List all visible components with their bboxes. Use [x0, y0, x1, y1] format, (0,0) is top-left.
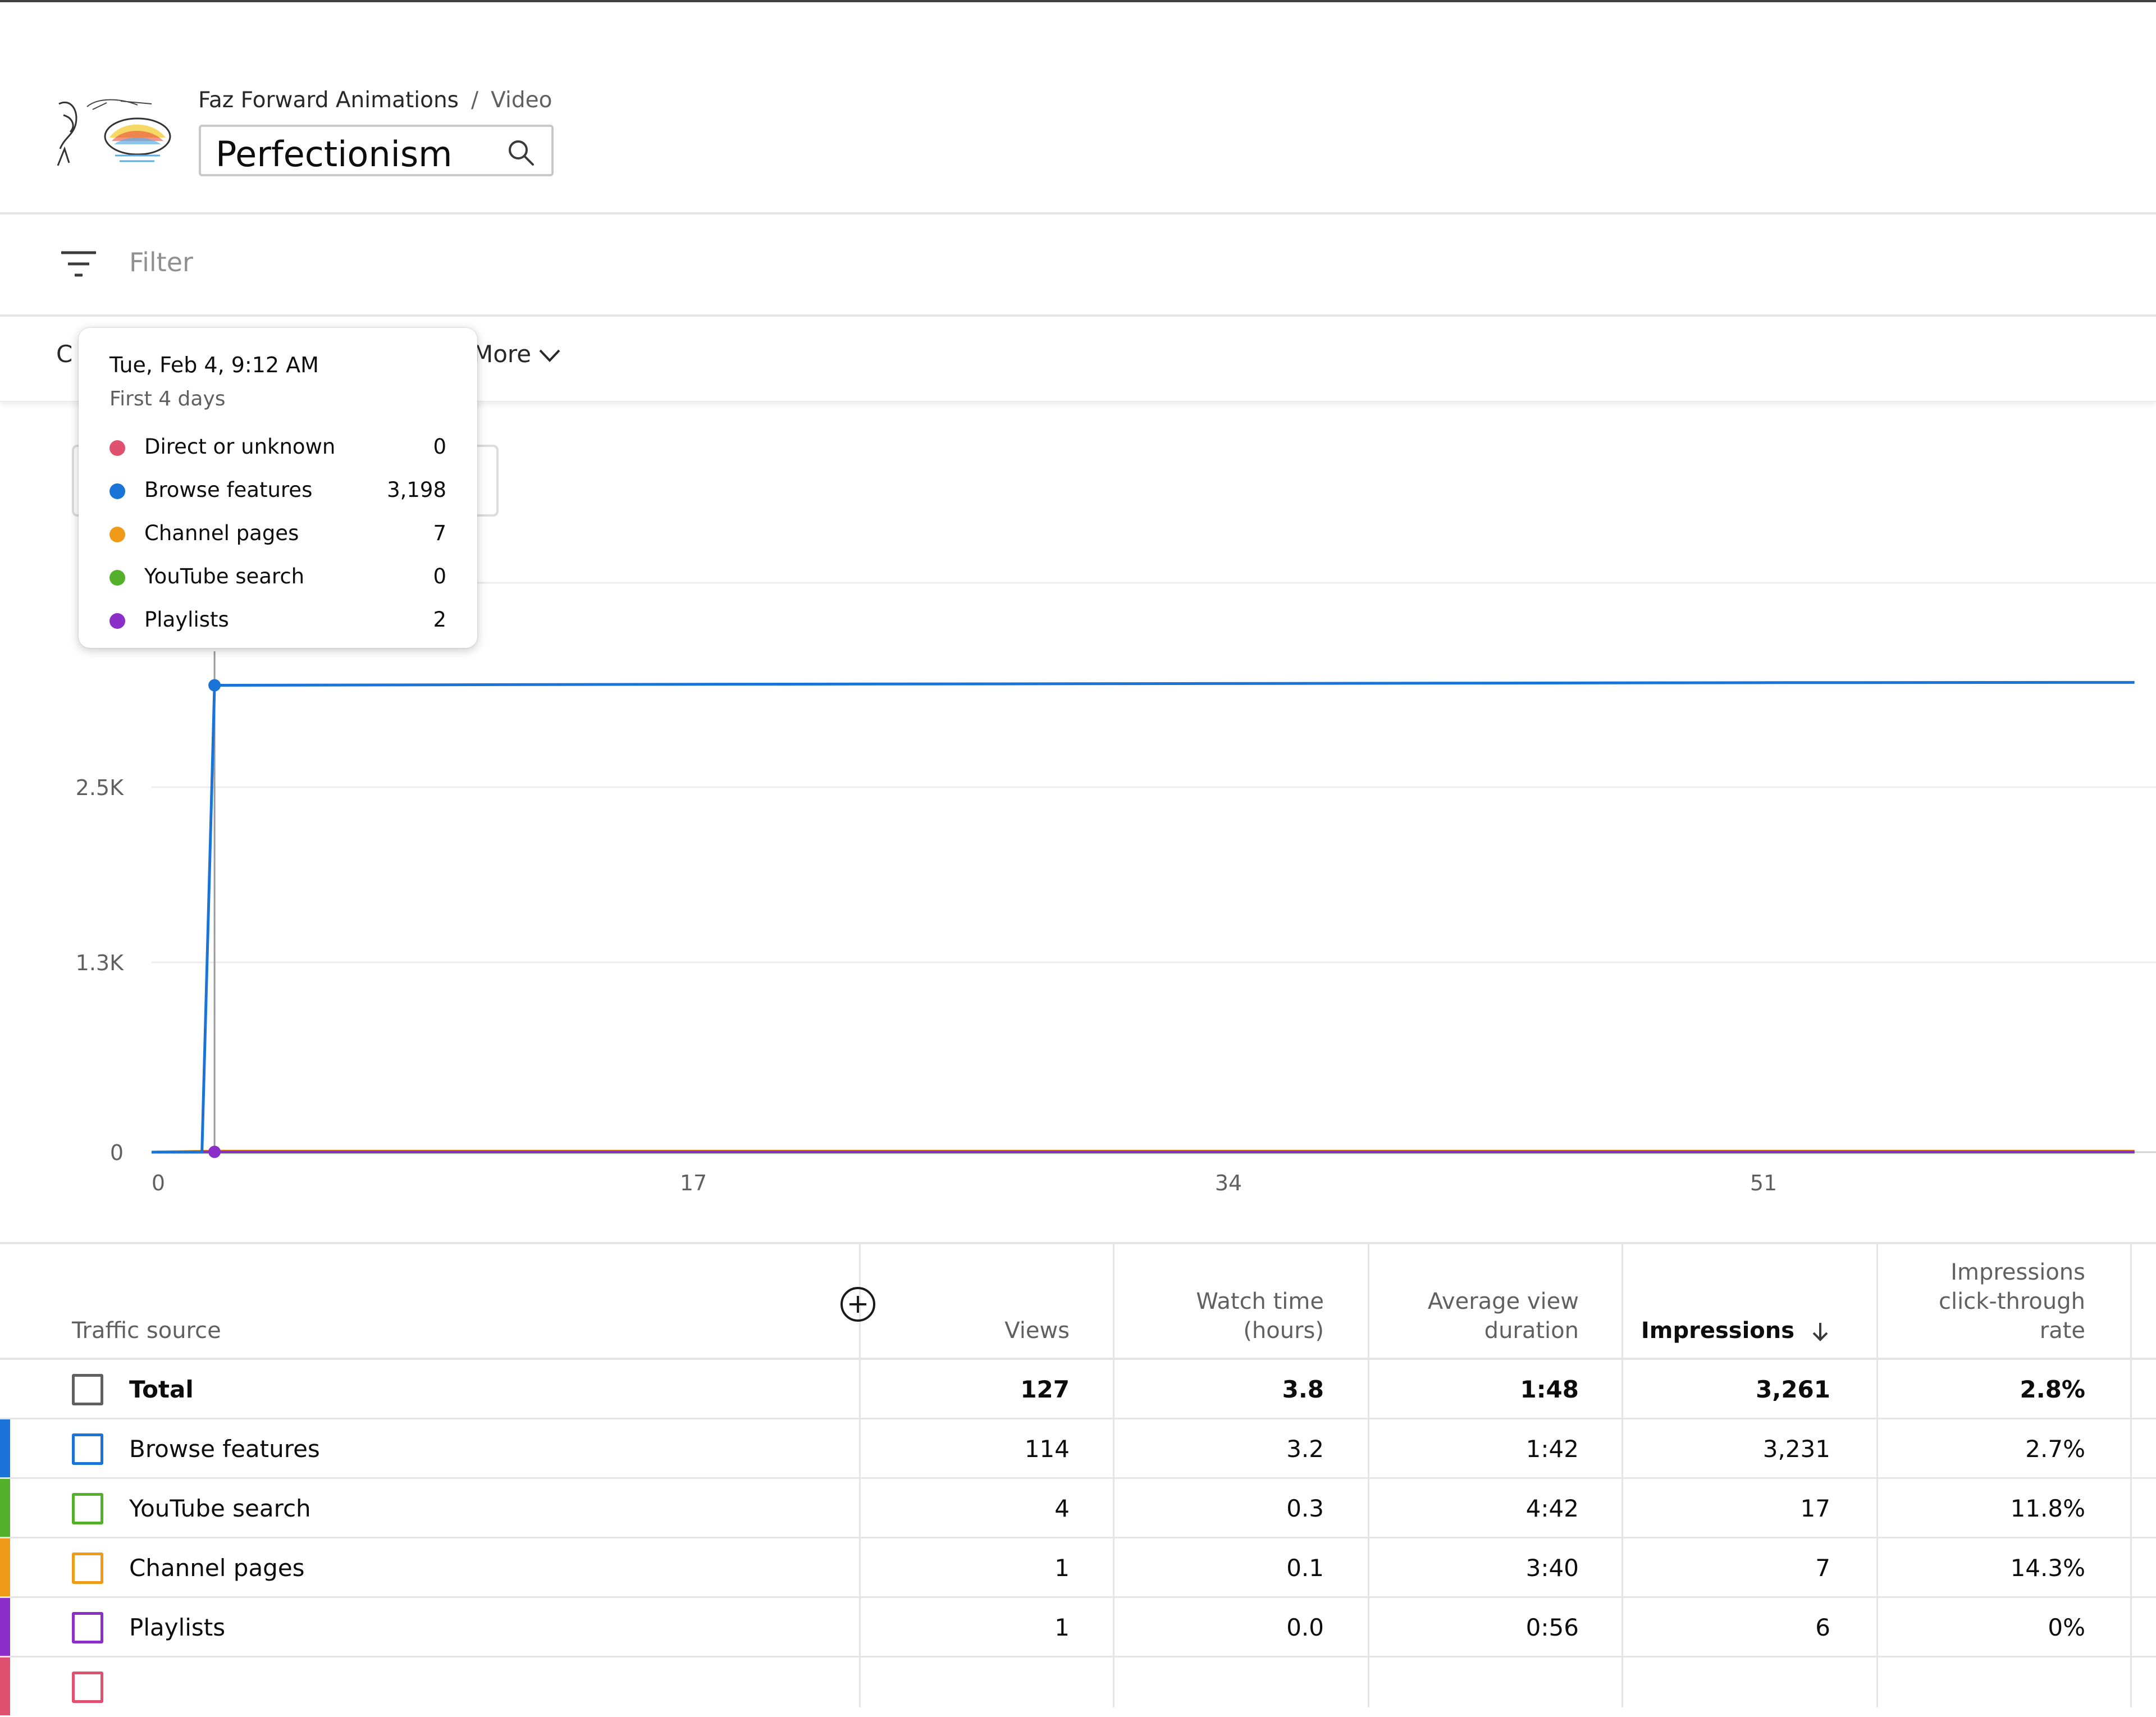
table-row-total: Total 127 3.8 1:48 3,261 2.8% [0, 1360, 2156, 1419]
y-tick-label: 0 [110, 1140, 124, 1165]
tooltip-row-value: 0 [433, 564, 446, 588]
row-watch-time: 3.2 [1286, 1435, 1324, 1463]
row-views: 1 [1054, 1614, 1070, 1641]
header-impressions[interactable]: Impressions [1641, 1316, 1830, 1345]
row-checkbox[interactable] [72, 1493, 103, 1524]
row-ctr: 14.3% [2010, 1554, 2085, 1582]
series-dot-icon [109, 440, 125, 456]
series-dot-icon [109, 483, 125, 499]
row-avd: 0:56 [1525, 1614, 1579, 1641]
tooltip-row: Playlists 2 [109, 605, 446, 633]
header-impressions-label: Impressions [1641, 1318, 1795, 1344]
row-views: 127 [1020, 1376, 1070, 1403]
x-tick-label: 0 [152, 1171, 165, 1195]
tooltip-row: YouTube search 0 [109, 562, 446, 590]
row-ctr: 2.7% [2025, 1435, 2085, 1463]
row-watch-time: 0.0 [1286, 1614, 1324, 1641]
table-row: YouTube search 4 0.3 4:42 17 11.8% [0, 1479, 2156, 1538]
tooltip-row: Browse features 3,198 [109, 476, 446, 504]
series-dot-icon [109, 527, 125, 542]
tooltip-row-value: 2 [433, 608, 446, 632]
row-views: 4 [1054, 1495, 1070, 1522]
row-views: 1 [1054, 1554, 1070, 1582]
row-checkbox[interactable] [72, 1374, 103, 1405]
x-tick-label: 17 [680, 1171, 707, 1195]
tooltip-row-name: Direct or unknown [144, 435, 336, 459]
series-dot-icon [109, 570, 125, 586]
series-color-strip [0, 1479, 10, 1537]
tooltip-subtitle: First 4 days [109, 387, 226, 410]
table-row: Browse features 114 3.2 1:42 3,231 2.7% [0, 1419, 2156, 1479]
row-impressions: 3,261 [1756, 1376, 1830, 1403]
row-ctr: 11.8% [2010, 1495, 2085, 1522]
series-color-strip [0, 1657, 10, 1715]
header-watch-time-line1: Watch time [1196, 1289, 1324, 1314]
row-checkbox[interactable] [72, 1433, 103, 1465]
header-avd-line2: duration [1484, 1318, 1579, 1344]
series-line-browse-features [152, 681, 2135, 1154]
row-checkbox[interactable] [72, 1672, 103, 1703]
row-impressions: 17 [1800, 1495, 1830, 1522]
row-checkbox[interactable] [72, 1552, 103, 1584]
row-source-name: YouTube search [129, 1495, 311, 1522]
row-source-name: Total [129, 1376, 194, 1403]
row-avd: 1:48 [1520, 1376, 1579, 1403]
row-watch-time: 0.1 [1286, 1554, 1324, 1582]
series-color-strip [0, 1598, 10, 1656]
row-impressions: 6 [1815, 1614, 1830, 1641]
series-color-strip [0, 1419, 10, 1477]
row-source-name: Browse features [129, 1435, 320, 1463]
tooltip-row-name: Channel pages [144, 521, 299, 545]
tooltip-date: Tue, Feb 4, 9:12 AM [109, 353, 319, 377]
row-watch-time: 3.8 [1282, 1376, 1324, 1403]
row-ctr: 2.8% [2020, 1376, 2085, 1403]
chart-tooltip: Tue, Feb 4, 9:12 AM First 4 days Direct … [79, 328, 477, 648]
tooltip-row: Direct or unknown 0 [109, 432, 446, 460]
table-row [0, 1657, 2156, 1717]
sort-down-arrow-icon [1812, 1323, 1828, 1341]
header-watch-time[interactable]: Watch time (hours) [1196, 1287, 1324, 1345]
series-color-strip [0, 1538, 10, 1596]
row-avd: 3:40 [1525, 1554, 1579, 1582]
table-row: Channel pages 1 0.1 3:40 7 14.3% [0, 1538, 2156, 1598]
y-tick-label: 2.5K [76, 775, 124, 800]
tooltip-row-value: 3,198 [387, 478, 446, 502]
row-avd: 4:42 [1525, 1495, 1579, 1522]
header-ctr-line1: Impressions [1951, 1259, 2085, 1285]
row-checkbox[interactable] [72, 1612, 103, 1643]
row-source-name: Playlists [129, 1614, 226, 1641]
row-impressions: 7 [1815, 1554, 1830, 1582]
row-ctr: 0% [2048, 1614, 2085, 1641]
header-traffic-source[interactable]: Traffic source [72, 1316, 221, 1345]
tooltip-row-name: Browse features [144, 478, 313, 502]
add-column-icon[interactable] [839, 1286, 876, 1323]
traffic-source-table: Traffic source Views Watch time (hours) … [0, 1242, 2156, 1715]
row-impressions: 3,231 [1762, 1435, 1830, 1463]
header-watch-time-line2: (hours) [1243, 1318, 1324, 1344]
row-avd: 1:42 [1525, 1435, 1579, 1463]
tooltip-row-value: 0 [433, 435, 446, 459]
series-marker [208, 1145, 221, 1158]
header-ctr-line3: rate [2039, 1318, 2085, 1344]
tooltip-row: Channel pages 7 [109, 519, 446, 547]
tooltip-row-name: Playlists [144, 608, 229, 632]
x-tick-label: 34 [1215, 1171, 1242, 1195]
header-avd-line1: Average view [1427, 1289, 1579, 1314]
header-ctr[interactable]: Impressions click-through rate [1939, 1258, 2085, 1345]
series-marker [208, 679, 221, 692]
row-source-name: Channel pages [129, 1554, 305, 1582]
series-dot-icon [109, 613, 125, 629]
table-row: Playlists 1 0.0 0:56 6 0% [0, 1598, 2156, 1657]
header-average-view-duration[interactable]: Average view duration [1428, 1287, 1579, 1345]
row-watch-time: 0.3 [1286, 1495, 1324, 1522]
tooltip-row-name: YouTube search [144, 564, 305, 588]
tooltip-row-value: 7 [433, 521, 446, 545]
row-views: 114 [1024, 1435, 1070, 1463]
y-tick-label: 1.3K [76, 951, 124, 975]
x-tick-label: 51 [1750, 1171, 1777, 1195]
header-views[interactable]: Views [1004, 1316, 1070, 1345]
header-ctr-line2: click-through [1939, 1289, 2085, 1314]
